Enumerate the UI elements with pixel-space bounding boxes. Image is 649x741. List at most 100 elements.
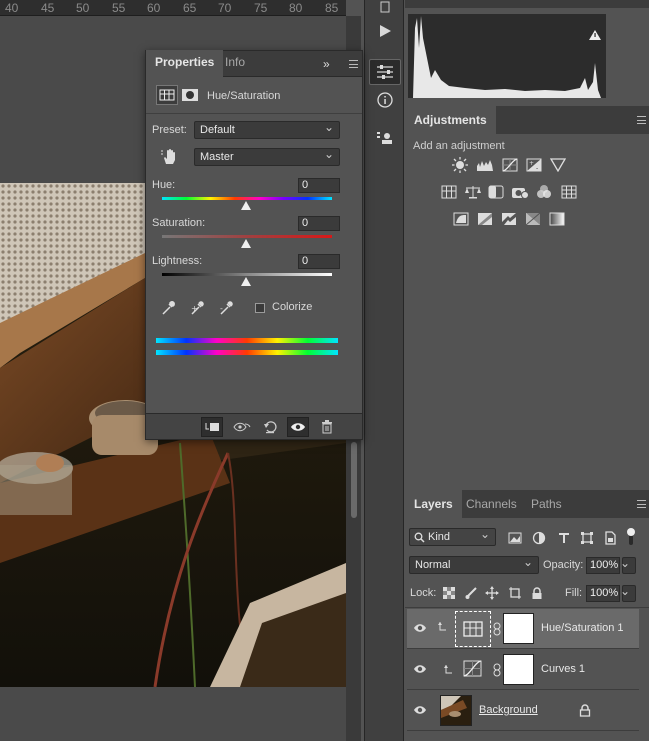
opacity-input[interactable]: 100%	[586, 557, 620, 574]
layer-name[interactable]: Hue/Saturation 1	[541, 622, 624, 634]
layer-row-background[interactable]: Background	[407, 691, 639, 731]
vibrance-icon[interactable]	[549, 158, 566, 172]
tab-layers[interactable]: Layers	[405, 490, 462, 518]
layer-row-curves-1[interactable]: Curves 1	[407, 650, 639, 690]
filter-shape-icon[interactable]	[578, 531, 595, 545]
targeted-adjustment-hand-icon[interactable]	[160, 148, 178, 166]
lock-position-icon[interactable]	[483, 586, 500, 600]
link-chain-icon[interactable]	[493, 663, 501, 677]
layer-name[interactable]: Background	[479, 704, 538, 716]
view-previous-state-icon[interactable]	[231, 417, 253, 437]
visibility-eye-icon[interactable]	[413, 662, 427, 676]
exposure-icon[interactable]: + -	[525, 158, 542, 172]
mask-icon[interactable]	[181, 87, 199, 103]
blend-mode-dropdown[interactable]: Normal	[409, 554, 539, 574]
lightness-input[interactable]: 0	[298, 254, 340, 269]
opacity-dropdown-arrow[interactable]	[620, 555, 636, 574]
fill-input[interactable]: 100%	[586, 585, 620, 602]
hue-slider-track[interactable]	[162, 197, 332, 200]
layer-lock-icon[interactable]	[579, 704, 591, 717]
lock-artboard-icon[interactable]	[506, 586, 523, 600]
saturation-slider-track[interactable]	[162, 235, 332, 238]
layers-tabbar: Layers Channels Paths	[405, 490, 649, 518]
saturation-input[interactable]: 0	[298, 216, 340, 231]
curves-icon[interactable]	[501, 158, 518, 172]
lock-transparent-pixels-icon[interactable]	[440, 586, 457, 600]
svg-text:+: +	[529, 160, 534, 167]
tab-adjustments[interactable]: Adjustments	[405, 106, 496, 134]
lock-image-pixels-icon[interactable]	[462, 586, 479, 600]
gradient-map-icon[interactable]	[548, 212, 565, 226]
delete-trash-icon[interactable]	[316, 417, 338, 437]
tab-channels[interactable]: Channels	[457, 490, 526, 518]
preset-dropdown[interactable]: Default	[194, 119, 340, 139]
link-chain-icon[interactable]	[493, 622, 501, 636]
tab-info[interactable]: Info	[216, 50, 254, 77]
visibility-eye-icon[interactable]	[413, 621, 427, 635]
layer-name[interactable]: Curves 1	[541, 663, 585, 675]
curves-icon[interactable]	[463, 660, 483, 678]
toggle-visibility-eye-icon[interactable]	[287, 417, 309, 437]
channel-dropdown[interactable]: Master	[194, 146, 340, 166]
reset-icon[interactable]	[259, 417, 281, 437]
color-lookup-icon[interactable]	[560, 185, 577, 199]
hue-slider-thumb[interactable]	[241, 201, 251, 210]
adjustment-thumbnail[interactable]	[455, 611, 491, 647]
panel-menu-icon[interactable]	[637, 116, 646, 124]
filter-adjustment-icon[interactable]	[530, 531, 547, 545]
scrollbar-thumb[interactable]	[351, 442, 357, 518]
clipping-arrow-icon	[437, 620, 449, 634]
lock-all-icon[interactable]	[528, 586, 545, 600]
filter-pixel-icon[interactable]	[506, 531, 523, 545]
eyedropper-minus-icon[interactable]: -	[218, 300, 236, 316]
colorize-checkbox[interactable]	[255, 303, 265, 313]
eyedropper-plus-icon[interactable]: +	[189, 300, 207, 316]
filter-type-icon[interactable]	[555, 531, 572, 545]
tab-paths[interactable]: Paths	[522, 490, 571, 518]
collapse-panel-icon[interactable]: »	[323, 57, 330, 71]
lightness-slider-thumb[interactable]	[241, 277, 251, 286]
opacity-label: Opacity:	[543, 559, 584, 571]
actions-icon[interactable]	[369, 0, 401, 20]
selective-color-icon[interactable]	[524, 212, 541, 226]
threshold-icon[interactable]	[500, 212, 517, 226]
stamp-clone-source-icon[interactable]	[369, 126, 401, 152]
clip-to-layer-button[interactable]	[201, 417, 223, 437]
eyedropper-icon[interactable]	[160, 300, 176, 316]
hue-saturation-icon[interactable]	[440, 185, 457, 199]
hue-input[interactable]: 0	[298, 178, 340, 193]
play-icon[interactable]	[369, 18, 401, 44]
panel-menu-icon[interactable]	[349, 60, 358, 68]
svg-text:-: -	[536, 165, 538, 172]
fill-label: Fill:	[565, 587, 583, 599]
properties-tabbar: Properties Info »	[146, 50, 362, 77]
histogram-tabbar	[405, 0, 649, 8]
channel-mixer-icon[interactable]	[535, 185, 552, 199]
adjustments-properties-icon[interactable]	[369, 59, 401, 85]
layer-row-hue-saturation-1[interactable]: Hue/Saturation 1	[407, 609, 639, 649]
ruler-tick: 65	[183, 1, 197, 15]
black-white-icon[interactable]	[487, 185, 504, 199]
fill-dropdown-arrow[interactable]	[620, 583, 636, 602]
histogram-graph	[408, 14, 606, 98]
invert-icon[interactable]	[452, 212, 469, 226]
info-icon[interactable]	[369, 87, 401, 113]
tab-properties[interactable]: Properties	[146, 50, 224, 77]
panel-menu-icon[interactable]	[637, 500, 646, 508]
input-spectrum-bar	[156, 338, 338, 343]
brightness-contrast-icon[interactable]	[451, 157, 468, 173]
posterize-icon[interactable]	[476, 212, 493, 226]
background-thumbnail[interactable]	[440, 695, 472, 726]
filter-smart-object-icon[interactable]	[601, 531, 618, 545]
ruler-tick: 70	[218, 1, 232, 15]
visibility-eye-icon[interactable]	[413, 703, 427, 717]
ruler-tick: 60	[147, 1, 161, 15]
photo-filter-icon[interactable]	[511, 185, 528, 199]
color-balance-icon[interactable]	[464, 185, 481, 199]
levels-icon[interactable]	[476, 158, 493, 172]
saturation-slider-thumb[interactable]	[241, 239, 251, 248]
filter-toggle-switch[interactable]	[626, 528, 636, 545]
layer-mask-thumbnail[interactable]	[503, 654, 534, 685]
layer-mask-thumbnail[interactable]	[503, 613, 534, 644]
lightness-slider-track[interactable]	[162, 273, 332, 276]
